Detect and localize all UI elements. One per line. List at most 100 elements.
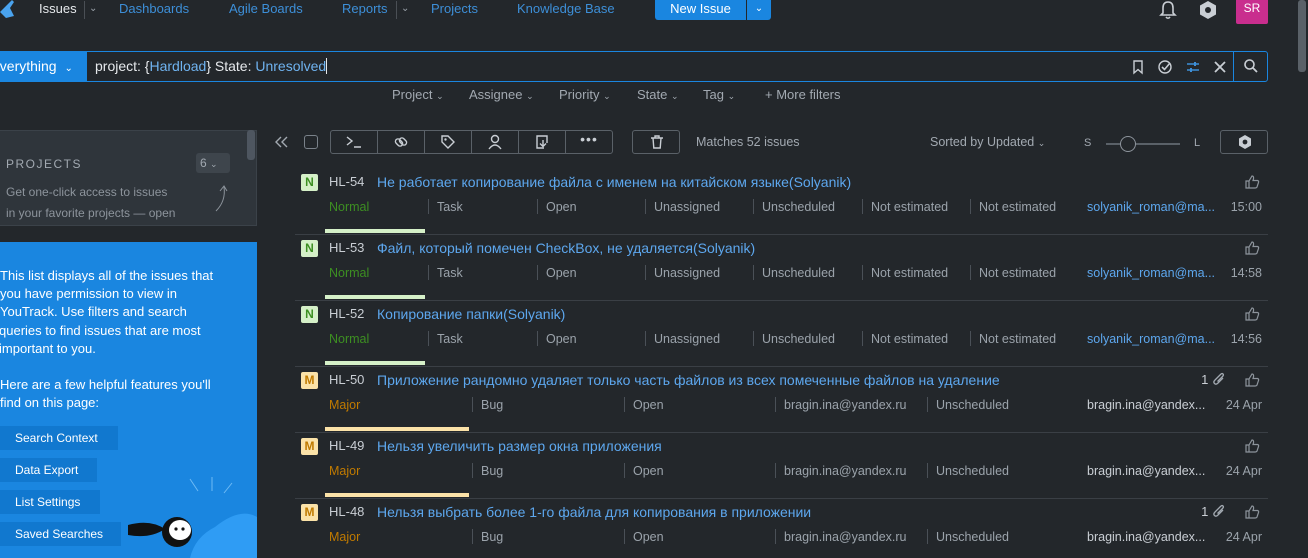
- issue-summary[interactable]: Не работает копирование файла с именем н…: [377, 174, 851, 190]
- issue-spent-time[interactable]: Not estimated: [979, 332, 1056, 346]
- issue-summary[interactable]: Нельзя выбрать более 1-го файла для копи…: [377, 504, 811, 520]
- issue-estimation[interactable]: Not estimated: [871, 266, 948, 280]
- issue-fix-version[interactable]: Unscheduled: [762, 200, 835, 214]
- move-to-project-button[interactable]: [519, 131, 566, 153]
- search-query-text[interactable]: project: {Hardload} State: Unresolved: [95, 58, 328, 74]
- issue-summary[interactable]: Файл, который помечен CheckBox, не удаля…: [377, 240, 755, 256]
- issue-estimation[interactable]: Not estimated: [871, 332, 948, 346]
- issue-assignee[interactable]: bragin.ina@yandex.ru: [784, 398, 907, 412]
- issue-priority[interactable]: Major: [329, 398, 360, 412]
- filter-tag[interactable]: Tag ⌄: [703, 87, 735, 102]
- issue-type[interactable]: Bug: [481, 530, 503, 544]
- issue-summary[interactable]: Копирование папки(Solyanik): [377, 306, 565, 322]
- issue-spent-time[interactable]: Not estimated: [979, 266, 1056, 280]
- nav-issues[interactable]: Issues: [39, 1, 77, 17]
- issue-row[interactable]: M HL-49 Нельзя увеличить размер окна прило…: [295, 433, 1268, 499]
- chevron-down-icon[interactable]: ⌄: [401, 1, 409, 17]
- issue-id[interactable]: HL-54: [329, 174, 364, 189]
- page-scrollbar[interactable]: [1298, 0, 1306, 72]
- issue-row[interactable]: M HL-48 Нельзя выбрать более 1-го файла дл…: [295, 499, 1268, 558]
- issue-priority[interactable]: Major: [329, 464, 360, 478]
- new-issue-menu-button[interactable]: ⌄: [747, 0, 771, 20]
- thumbs-up-icon[interactable]: [1244, 306, 1260, 322]
- issue-id[interactable]: HL-52: [329, 306, 364, 321]
- nav-dashboards[interactable]: Dashboards: [119, 1, 189, 17]
- issue-assignee[interactable]: Unassigned: [654, 200, 720, 214]
- projects-count-dropdown[interactable]: 6 ⌄: [196, 153, 230, 173]
- bell-icon[interactable]: [1158, 0, 1178, 20]
- list-settings-help-button[interactable]: List Settings: [0, 490, 100, 514]
- nav-knowledge-base[interactable]: Knowledge Base: [517, 1, 615, 17]
- search-input[interactable]: project: {Hardload} State: Unresolved: [86, 51, 1268, 82]
- apply-command-icon[interactable]: [1157, 59, 1173, 75]
- issue-assignee[interactable]: bragin.ina@yandex.ru: [784, 464, 907, 478]
- issue-state[interactable]: Open: [546, 200, 577, 214]
- filter-settings-icon[interactable]: [1185, 59, 1201, 75]
- thumbs-up-icon[interactable]: [1244, 438, 1260, 454]
- size-slider-track[interactable]: [1106, 143, 1180, 145]
- issue-priority[interactable]: Major: [329, 530, 360, 544]
- more-filters-button[interactable]: + More filters: [765, 87, 841, 102]
- search-context-dropdown[interactable]: everything ⌄: [0, 51, 86, 82]
- sort-dropdown[interactable]: Sorted by Updated ⌄: [930, 135, 1045, 149]
- issue-id[interactable]: HL-50: [329, 372, 364, 387]
- issue-reporter[interactable]: solyanik_roman@ma...: [1087, 332, 1215, 346]
- thumbs-up-icon[interactable]: [1244, 504, 1260, 520]
- issue-reporter[interactable]: bragin.ina@yandex...: [1087, 464, 1205, 478]
- issue-row[interactable]: N HL-54 Не работает копирование файла с им…: [295, 169, 1268, 235]
- issue-estimation[interactable]: Not estimated: [871, 200, 948, 214]
- more-actions-button[interactable]: •••: [566, 131, 612, 153]
- issue-fix-version[interactable]: Unscheduled: [936, 398, 1009, 412]
- issue-row[interactable]: N HL-53 Файл, который помечен CheckBox, не…: [295, 235, 1268, 301]
- new-issue-button[interactable]: New Issue: [655, 0, 746, 20]
- issue-fix-version[interactable]: Unscheduled: [936, 530, 1009, 544]
- issue-fix-version[interactable]: Unscheduled: [762, 332, 835, 346]
- saved-searches-help-button[interactable]: Saved Searches: [0, 522, 121, 546]
- filter-assignee[interactable]: Assignee ⌄: [469, 87, 534, 102]
- delete-button[interactable]: [632, 130, 680, 154]
- issue-state[interactable]: Open: [633, 530, 664, 544]
- issue-summary[interactable]: Нельзя увеличить размер окна приложения: [377, 438, 662, 454]
- issue-fix-version[interactable]: Unscheduled: [936, 464, 1009, 478]
- issue-priority[interactable]: Normal: [329, 332, 369, 346]
- attachments-count[interactable]: 1: [1201, 504, 1226, 519]
- thumbs-up-icon[interactable]: [1244, 174, 1260, 190]
- link-issues-button[interactable]: [378, 131, 425, 153]
- filter-priority[interactable]: Priority ⌄: [559, 87, 611, 102]
- issue-state[interactable]: Open: [633, 464, 664, 478]
- youtrack-logo-icon[interactable]: [0, 0, 14, 18]
- issue-state[interactable]: Open: [546, 266, 577, 280]
- issue-state[interactable]: Open: [633, 398, 664, 412]
- issue-type[interactable]: Bug: [481, 464, 503, 478]
- size-slider-thumb[interactable]: [1120, 136, 1137, 152]
- issue-assignee[interactable]: bragin.ina@yandex.ru: [784, 530, 907, 544]
- nav-projects[interactable]: Projects: [431, 1, 478, 17]
- issue-row[interactable]: N HL-52 Копирование папки(Solyanik) Normal T…: [295, 301, 1268, 367]
- collapse-sidebar-icon[interactable]: [274, 136, 288, 148]
- issue-priority[interactable]: Normal: [329, 200, 369, 214]
- issue-summary[interactable]: Приложение рандомно удаляет только часть…: [377, 372, 1000, 388]
- thumbs-up-icon[interactable]: [1244, 240, 1260, 256]
- avatar[interactable]: SR: [1236, 0, 1268, 24]
- assign-button[interactable]: [472, 131, 519, 153]
- issue-fix-version[interactable]: Unscheduled: [762, 266, 835, 280]
- select-all-checkbox[interactable]: [304, 135, 318, 149]
- issue-priority[interactable]: Normal: [329, 266, 369, 280]
- clear-search-icon[interactable]: [1212, 59, 1228, 75]
- bookmark-icon[interactable]: [1130, 59, 1146, 75]
- nav-reports[interactable]: Reports: [342, 1, 388, 17]
- issue-row[interactable]: M HL-50 Приложение рандомно удаляет только…: [295, 367, 1268, 433]
- issue-type[interactable]: Bug: [481, 398, 503, 412]
- thumbs-up-icon[interactable]: [1244, 372, 1260, 388]
- issue-spent-time[interactable]: Not estimated: [979, 200, 1056, 214]
- issue-reporter[interactable]: solyanik_roman@ma...: [1087, 200, 1215, 214]
- issue-assignee[interactable]: Unassigned: [654, 266, 720, 280]
- issue-id[interactable]: HL-48: [329, 504, 364, 519]
- issue-reporter[interactable]: solyanik_roman@ma...: [1087, 266, 1215, 280]
- issue-type[interactable]: Task: [437, 332, 463, 346]
- search-button[interactable]: [1233, 52, 1267, 81]
- projects-scrollbar[interactable]: [247, 130, 255, 160]
- search-context-help-button[interactable]: Search Context: [0, 426, 118, 450]
- command-button[interactable]: [331, 131, 378, 153]
- issue-id[interactable]: HL-49: [329, 438, 364, 453]
